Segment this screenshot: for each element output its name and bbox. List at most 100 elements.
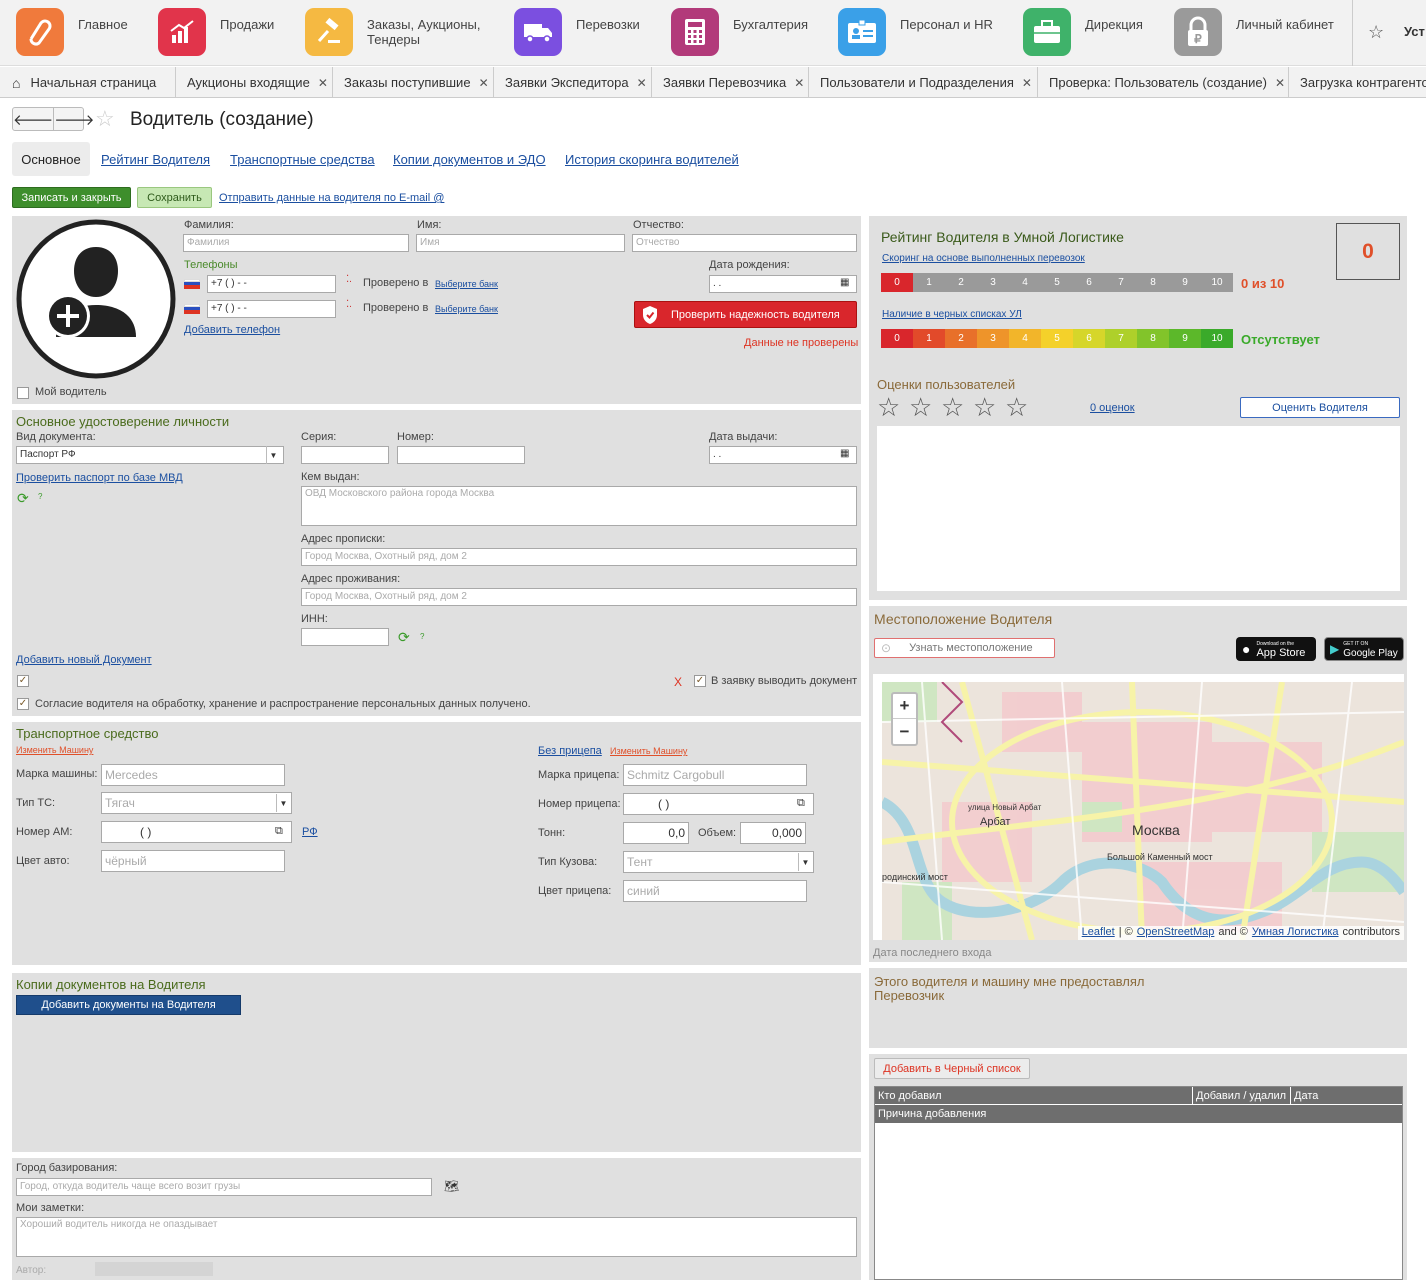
help-icon[interactable]: ?	[38, 492, 42, 501]
change-trailer-link[interactable]: Изменить Машину	[610, 746, 687, 756]
check-mvd-link[interactable]: Проверить паспорт по базе МВД	[16, 472, 183, 484]
refresh-icon[interactable]: ⟳	[398, 629, 410, 646]
phone-2-input[interactable]: +7 ( ) - -	[207, 300, 336, 318]
rating-star-icon[interactable]: ☆	[909, 394, 932, 420]
tab-carrier[interactable]: Заявки Перевозчика ✕	[653, 67, 809, 98]
check-reliability-button[interactable]: Проверить надежность водителя	[634, 301, 857, 328]
map-pin-icon[interactable]: 🗺	[444, 1179, 459, 1193]
live-address-input[interactable]: Город Москва, Охотный ряд, дом 2	[301, 588, 857, 606]
rf-link[interactable]: РФ	[302, 826, 318, 838]
to-request-checkbox[interactable]: ✓	[694, 675, 706, 687]
open-window-icon[interactable]: ⧉	[797, 797, 805, 810]
vehicle-color-input[interactable]: чёрный	[101, 850, 285, 872]
patronymic-input[interactable]: Отчество	[632, 234, 857, 252]
map-view[interactable]: Москва Арбат улица Новый Арбат Большой К…	[882, 682, 1404, 940]
add-phone-link[interactable]: Добавить телефон	[184, 324, 280, 336]
close-icon[interactable]: ✕	[637, 76, 647, 90]
rate-driver-button[interactable]: Оценить Водителя	[1240, 397, 1400, 418]
nav-orders[interactable]: Заказы, Аукционы, Тендеры	[305, 8, 497, 56]
close-icon[interactable]: ✕	[318, 76, 328, 90]
forward-arrow-icon[interactable]: 🡒	[54, 108, 94, 130]
my-driver-checkbox[interactable]	[17, 387, 29, 399]
osm-link[interactable]: OpenStreetMap	[1137, 926, 1215, 940]
nav-settings-label[interactable]: Уст	[1404, 24, 1425, 39]
nav-sales[interactable]: Продажи	[158, 8, 274, 56]
col-added-removed[interactable]: Добавил / удалил	[1193, 1087, 1291, 1104]
nav-main[interactable]: Главное	[16, 8, 128, 56]
calendar-icon[interactable]: ▦	[840, 277, 849, 288]
issued-by-input[interactable]: ОВД Московского района города Москва	[301, 486, 857, 526]
series-input[interactable]	[301, 446, 389, 464]
refresh-icon[interactable]: ⟳	[17, 490, 29, 507]
star-icon[interactable]: ☆	[1368, 22, 1384, 43]
nav-cabinet[interactable]: ₽ Личный кабинет	[1174, 8, 1334, 56]
add-documents-button[interactable]: Добавить документы на Водителя	[16, 995, 241, 1015]
tab-forwarder[interactable]: Заявки Экспедитора ✕	[495, 67, 652, 98]
plate-input[interactable]: ( )	[101, 821, 292, 843]
tab-auctions[interactable]: Аукционы входящие ✕	[177, 67, 333, 98]
document-checkbox[interactable]: ✓	[17, 675, 29, 687]
base-city-input[interactable]: Город, откуда водитель чаще всего возит …	[16, 1178, 432, 1196]
chevron-down-icon[interactable]: ▼	[266, 446, 280, 464]
blacklist-check-link[interactable]: Наличие в черных списках УЛ	[882, 309, 1022, 320]
back-arrow-icon[interactable]: 🡐	[13, 108, 55, 130]
rating-star-icon[interactable]: ☆	[877, 394, 900, 420]
save-close-button[interactable]: Записать и закрыть	[12, 187, 131, 208]
ul-link[interactable]: Умная Логистика	[1252, 926, 1339, 940]
add-photo-avatar-icon[interactable]	[16, 219, 176, 379]
vehicle-type-select[interactable]: Тягач	[101, 792, 292, 814]
col-who-added[interactable]: Кто добавил	[875, 1087, 1193, 1104]
find-location-button[interactable]: ⊙ Узнать местоположение	[874, 638, 1055, 658]
help-icon[interactable]: ?	[420, 632, 424, 641]
surname-input[interactable]: Фамилия	[183, 234, 409, 252]
zoom-out-button[interactable]: −	[893, 719, 916, 744]
col-reason[interactable]: Причина добавления	[875, 1105, 1402, 1123]
tons-input[interactable]: 0,0	[623, 822, 689, 844]
tab-check-user[interactable]: Проверка: Пользователь (создание) ✕	[1039, 67, 1289, 98]
choose-bank-link[interactable]: Выберите банк	[435, 279, 498, 289]
tab-load[interactable]: Загрузка контрагенто	[1290, 67, 1426, 98]
tab-orders[interactable]: Заказы поступившие ✕	[334, 67, 494, 98]
issue-date-input[interactable]: . .	[709, 446, 857, 464]
no-trailer-link[interactable]: Без прицепа	[538, 745, 602, 757]
nav-transport[interactable]: Перевозки	[514, 8, 640, 56]
send-email-link[interactable]: Отправить данные на водителя по E-mail @	[219, 192, 444, 204]
nav-hr[interactable]: Персонал и HR	[838, 8, 993, 56]
tab-home[interactable]: ⌂ Начальная страница	[0, 67, 176, 98]
app-store-badge[interactable]: ● Download on the App Store	[1236, 637, 1316, 661]
volume-input[interactable]: 0,000	[740, 822, 806, 844]
favorite-star-icon[interactable]: ☆	[95, 107, 115, 131]
remove-document-icon[interactable]: Х	[674, 675, 682, 689]
subtab-scoring-history[interactable]: История скоринга водителей	[565, 152, 739, 167]
calendar-icon[interactable]: ▦	[840, 448, 849, 459]
rating-star-icon[interactable]: ☆	[1005, 394, 1028, 420]
subtab-rating[interactable]: Рейтинг Водителя	[101, 152, 210, 167]
trailer-color-input[interactable]: синий	[623, 880, 807, 902]
ratings-count-link[interactable]: 0 оценок	[1090, 402, 1135, 414]
brand-input[interactable]: Mercedes	[101, 764, 285, 786]
doc-type-select[interactable]: Паспорт РФ	[16, 446, 284, 464]
body-type-select[interactable]: Тент	[623, 851, 814, 873]
rating-star-icon[interactable]: ☆	[973, 394, 996, 420]
trailer-number-input[interactable]: ( )	[623, 793, 814, 815]
inn-input[interactable]	[301, 628, 389, 646]
number-input[interactable]	[397, 446, 525, 464]
chevron-down-icon[interactable]: ▼	[798, 853, 812, 871]
close-icon[interactable]: ✕	[1022, 76, 1032, 90]
chevron-down-icon[interactable]: ▼	[276, 794, 290, 812]
save-button[interactable]: Сохранить	[137, 187, 212, 208]
leaflet-link[interactable]: Leaflet	[1082, 926, 1115, 940]
close-icon[interactable]: ✕	[794, 76, 804, 90]
scoring-link[interactable]: Скоринг на основе выполненных перевозок	[882, 253, 1085, 264]
nav-direction[interactable]: Дирекция	[1023, 8, 1143, 56]
subtab-vehicles[interactable]: Транспортные средства	[230, 152, 375, 167]
google-play-badge[interactable]: ▶ GET IT ON Google Play	[1324, 637, 1404, 661]
subtab-docs[interactable]: Копии документов и ЭДО	[393, 152, 546, 167]
open-window-icon[interactable]: ⧉	[275, 825, 283, 838]
close-icon[interactable]: ✕	[479, 76, 489, 90]
notes-input[interactable]: Хороший водитель никогда не опаздывает	[16, 1217, 857, 1257]
consent-checkbox[interactable]: ✓	[17, 698, 29, 710]
birth-date-input[interactable]: . .	[709, 275, 857, 293]
rating-star-icon[interactable]: ☆	[941, 394, 964, 420]
phone-1-input[interactable]: +7 ( ) - -	[207, 275, 336, 293]
